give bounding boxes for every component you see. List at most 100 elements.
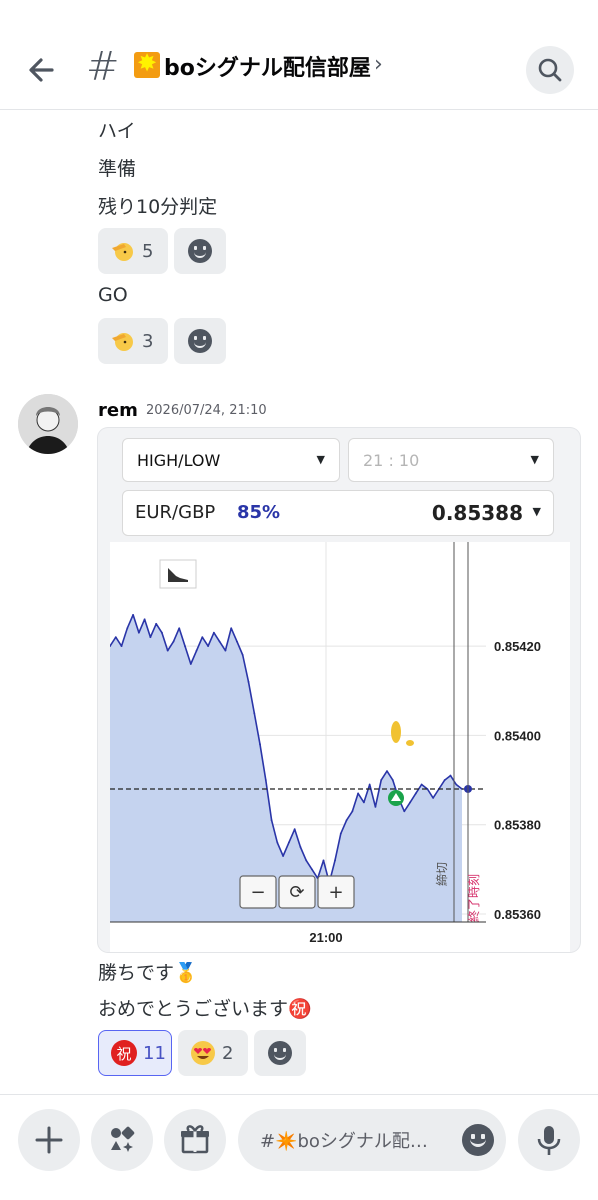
coin-icon — [391, 721, 401, 743]
price-point — [351, 810, 354, 813]
gift-button[interactable] — [164, 1109, 226, 1171]
message-text: 勝ちです🥇 — [98, 962, 198, 984]
reaction-count: 2 — [222, 1042, 234, 1064]
price-point — [363, 801, 365, 804]
price-point — [172, 640, 175, 643]
price-point — [305, 859, 308, 862]
price-point — [207, 645, 209, 647]
price-point — [311, 868, 313, 871]
microphone-icon — [537, 1126, 561, 1155]
message-input[interactable]: #✴️boシグナル配… — [238, 1109, 506, 1171]
price-point — [201, 636, 204, 639]
price-point — [386, 770, 388, 773]
price-point — [195, 649, 198, 652]
avatar[interactable] — [18, 394, 78, 454]
trade-screenshot[interactable]: HIGH/LOW ▼ 21 : 10 ▼ EUR/GBP 85% 0.85388… — [98, 428, 580, 952]
message-text: ハイ — [98, 120, 136, 142]
price-point — [212, 631, 215, 634]
payout-rate: 85% — [237, 502, 281, 523]
reset-zoom-button-label: ⟳ — [289, 882, 304, 903]
price-point — [443, 779, 446, 781]
price-point — [155, 622, 158, 625]
saluting-face-icon — [112, 243, 133, 261]
emoji-icon — [188, 329, 212, 353]
plus-icon — [35, 1126, 63, 1154]
price-point — [455, 783, 458, 786]
trade-type-select[interactable]: HIGH/LOW ▼ — [122, 438, 340, 482]
price-point — [368, 783, 371, 786]
price-point — [345, 819, 348, 822]
close-label: 締切 — [434, 862, 449, 886]
price-point — [114, 636, 117, 639]
emoji-icon — [188, 239, 212, 263]
message-text: 残り10分判定 — [98, 196, 218, 218]
y-tick-label: 0.85420 — [494, 639, 541, 654]
price-point — [414, 792, 417, 795]
channel-name[interactable]: boシグナル配信部屋 — [164, 50, 371, 82]
price-point — [334, 859, 336, 862]
chevron-right-icon[interactable]: › — [374, 52, 383, 77]
message-text: GO — [98, 284, 128, 306]
price-point — [299, 846, 302, 848]
search-icon — [538, 58, 562, 82]
price-point — [259, 743, 261, 746]
price-point — [322, 859, 325, 862]
apps-button[interactable] — [91, 1109, 153, 1171]
price-point — [374, 805, 377, 808]
price-point — [282, 855, 285, 857]
heart-eyes-icon — [191, 1041, 215, 1065]
trade-type-value: HIGH/LOW — [137, 451, 221, 470]
emoji-icon[interactable] — [462, 1124, 494, 1156]
price-point — [357, 792, 360, 795]
arrow-left-icon[interactable] — [22, 50, 62, 90]
price-chart[interactable]: 0.85420 0.85400 0.85380 0.85360 締切 終了時刻 21:00 −… — [109, 542, 570, 952]
saluting-face-icon — [112, 333, 133, 351]
search-button[interactable] — [526, 46, 574, 94]
reaction-count: 11 — [143, 1042, 166, 1064]
end-time-label: 終了時刻 — [466, 874, 481, 922]
add-reaction-button[interactable] — [254, 1030, 306, 1076]
dropdown-arrow-icon: ▼ — [316, 453, 325, 466]
price-point — [149, 636, 152, 639]
message-timestamp: 2026/07/24, 21:10 — [146, 403, 267, 418]
sparkle-icon — [134, 49, 160, 78]
reaction-heart-eyes[interactable]: 2 — [178, 1030, 248, 1076]
y-tick-label: 0.85400 — [494, 728, 541, 743]
reaction-saluting[interactable]: 5 — [98, 228, 168, 274]
price-point — [241, 654, 244, 656]
add-reaction-button[interactable] — [174, 318, 226, 364]
price-point — [391, 779, 394, 781]
price-point — [339, 832, 342, 835]
price-point — [287, 841, 290, 844]
price-point — [276, 841, 279, 844]
x-tick-label: 21:00 — [309, 930, 342, 945]
reaction-count: 5 — [142, 240, 154, 262]
add-reaction-button[interactable] — [174, 228, 226, 274]
price-point — [230, 627, 233, 630]
price-point — [224, 649, 227, 652]
y-tick-label: 0.85360 — [494, 907, 541, 922]
price-point — [161, 631, 163, 634]
add-attachment-button[interactable] — [18, 1109, 80, 1171]
reaction-congratulations[interactable]: 祝 11 — [98, 1030, 172, 1076]
dropdown-arrow-icon: ▼ — [532, 505, 541, 518]
price-point — [420, 783, 423, 786]
currency-pair: EUR/GBP — [135, 502, 216, 523]
message-input-placeholder: #✴️boシグナル配… — [260, 1131, 428, 1152]
price-point — [218, 640, 221, 643]
price-point — [432, 797, 435, 799]
chart-type-button[interactable] — [159, 559, 197, 589]
channel-header: # boシグナル配信部屋 › — [0, 0, 598, 110]
expiry-time-select[interactable]: 21 : 10 ▼ — [348, 438, 554, 482]
price-chart-svg: 0.85420 0.85400 0.85380 0.85360 締切 終了時刻 21:00 −… — [109, 542, 570, 952]
price-point — [184, 645, 186, 647]
author-name[interactable]: rem — [98, 400, 138, 421]
price-point — [166, 649, 169, 652]
price-point — [253, 712, 256, 714]
coin-icon — [406, 740, 414, 746]
voice-message-button[interactable] — [518, 1109, 580, 1171]
current-price: 0.85388 — [431, 501, 523, 525]
currency-pair-row[interactable]: EUR/GBP 85% 0.85388 ▼ — [122, 490, 554, 536]
reaction-saluting[interactable]: 3 — [98, 318, 168, 364]
price-point — [189, 663, 192, 665]
